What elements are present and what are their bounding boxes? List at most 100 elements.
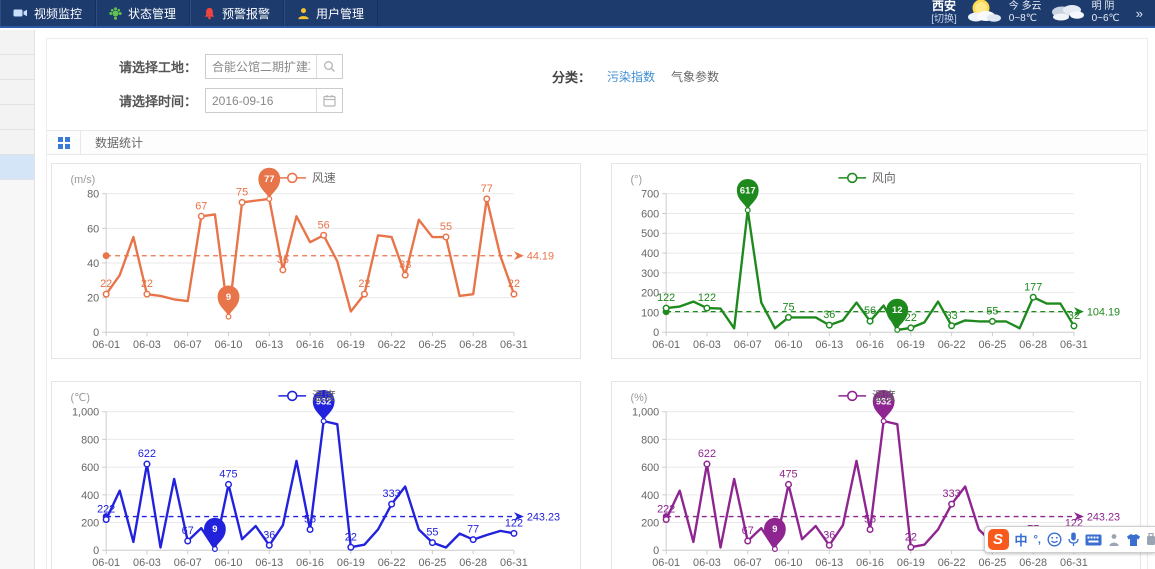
svg-text:77: 77 bbox=[264, 173, 274, 184]
sidebar-item[interactable] bbox=[0, 105, 34, 130]
category-pollution-index[interactable]: 污染指数 bbox=[607, 68, 655, 85]
svg-text:243.23: 243.23 bbox=[1087, 512, 1120, 524]
svg-text:06-01: 06-01 bbox=[652, 339, 680, 351]
skin-shirt-icon[interactable] bbox=[1126, 533, 1141, 547]
sidebar-item[interactable] bbox=[0, 55, 34, 80]
sidebar-item[interactable] bbox=[0, 130, 34, 155]
svg-text:400: 400 bbox=[81, 490, 99, 502]
site-input-wrap bbox=[205, 54, 343, 79]
weather-today-desc: 多云 bbox=[1022, 1, 1042, 12]
svg-text:617: 617 bbox=[740, 184, 756, 195]
svg-text:06-10: 06-10 bbox=[215, 339, 243, 351]
nav-item-label: 状态管理 bbox=[128, 5, 176, 22]
microphone-icon[interactable] bbox=[1068, 532, 1079, 547]
svg-text:80: 80 bbox=[87, 189, 99, 201]
nav-item-video-monitor[interactable]: 视频监控 bbox=[0, 0, 96, 26]
svg-text:56: 56 bbox=[318, 219, 330, 231]
svg-text:(m/s): (m/s) bbox=[71, 174, 96, 186]
left-sidebar bbox=[0, 30, 35, 569]
svg-text:56: 56 bbox=[864, 305, 876, 317]
svg-text:200: 200 bbox=[81, 518, 99, 530]
sidebar-item[interactable] bbox=[0, 30, 34, 55]
svg-text:60: 60 bbox=[87, 223, 99, 235]
nav-item-label: 用户管理 bbox=[316, 5, 364, 22]
nav-item-status-manage[interactable]: 状态管理 bbox=[96, 0, 190, 26]
toolbox-icon[interactable] bbox=[1147, 533, 1155, 547]
svg-text:55: 55 bbox=[986, 305, 998, 317]
category-filter: 分类： 污染指数 气象参数 bbox=[552, 67, 719, 86]
sun-cloud-icon bbox=[966, 0, 1002, 29]
keyboard-icon[interactable] bbox=[1085, 534, 1102, 546]
svg-text:(℃): (℃) bbox=[71, 392, 90, 404]
svg-text:06-25: 06-25 bbox=[418, 557, 446, 569]
search-icon[interactable] bbox=[316, 55, 342, 78]
svg-text:06-13: 06-13 bbox=[815, 339, 843, 351]
site-input[interactable] bbox=[206, 55, 316, 78]
sidebar-item[interactable] bbox=[0, 80, 34, 105]
svg-text:40: 40 bbox=[87, 258, 99, 270]
svg-text:475: 475 bbox=[219, 469, 237, 481]
time-form-row: 请选择时间： bbox=[47, 88, 1147, 113]
sogou-logo-icon[interactable]: S bbox=[988, 529, 1009, 550]
svg-text:700: 700 bbox=[641, 189, 659, 201]
handwriting-icon[interactable] bbox=[1108, 533, 1120, 547]
svg-text:36: 36 bbox=[277, 254, 289, 266]
svg-text:0: 0 bbox=[653, 327, 659, 339]
svg-text:36: 36 bbox=[823, 309, 835, 321]
svg-text:06-16: 06-16 bbox=[856, 557, 884, 569]
nav-item-label: 视频监控 bbox=[34, 5, 82, 22]
svg-text:0: 0 bbox=[653, 545, 659, 557]
svg-text:36: 36 bbox=[823, 529, 835, 541]
category-weather-params[interactable]: 气象参数 bbox=[671, 68, 719, 85]
svg-text:243.23: 243.23 bbox=[527, 512, 560, 524]
svg-text:800: 800 bbox=[81, 434, 99, 446]
weather-city-switch[interactable]: 西安 [切换] bbox=[931, 0, 957, 25]
svg-text:67: 67 bbox=[195, 200, 207, 212]
svg-text:风向: 风向 bbox=[872, 171, 896, 185]
svg-text:77: 77 bbox=[467, 524, 479, 536]
svg-text:06-22: 06-22 bbox=[378, 557, 406, 569]
emoji-icon[interactable] bbox=[1047, 532, 1062, 547]
svg-text:600: 600 bbox=[641, 208, 659, 220]
svg-text:222: 222 bbox=[657, 504, 675, 516]
svg-text:22: 22 bbox=[358, 278, 370, 290]
svg-text:622: 622 bbox=[138, 448, 156, 460]
content-panel: 请选择工地： 请选择时间： 分类： 污染 bbox=[46, 38, 1148, 569]
sidebar-item-active[interactable] bbox=[0, 155, 34, 180]
svg-text:(°): (°) bbox=[631, 174, 643, 186]
nav-item-label: 预警报警 bbox=[222, 5, 270, 22]
weather-more-chevron[interactable]: » bbox=[1136, 6, 1143, 21]
svg-text:20: 20 bbox=[87, 293, 99, 305]
svg-text:77: 77 bbox=[481, 183, 493, 195]
svg-text:06-16: 06-16 bbox=[296, 339, 324, 351]
nav-item-user-manage[interactable]: 用户管理 bbox=[284, 0, 378, 26]
date-input[interactable] bbox=[206, 89, 316, 112]
nav-item-alert-alarm[interactable]: 预警报警 bbox=[190, 0, 284, 26]
svg-text:06-13: 06-13 bbox=[255, 339, 283, 351]
svg-text:(%): (%) bbox=[631, 392, 648, 404]
svg-text:300: 300 bbox=[641, 268, 659, 280]
svg-text:1,000: 1,000 bbox=[632, 407, 659, 419]
svg-text:12: 12 bbox=[892, 304, 902, 315]
svg-text:55: 55 bbox=[426, 527, 438, 539]
svg-text:100: 100 bbox=[641, 307, 659, 319]
alarm-bell-icon bbox=[203, 7, 216, 20]
ime-lang-toggle[interactable]: 中 bbox=[1015, 530, 1028, 549]
ime-punctuation-toggle[interactable]: °, bbox=[1034, 534, 1041, 546]
chart-panel-wind-direction: 010020030040050060070006-0106-0306-0706-… bbox=[611, 163, 1141, 359]
svg-text:475: 475 bbox=[779, 469, 797, 481]
svg-text:06-19: 06-19 bbox=[897, 557, 925, 569]
weather-city: 西安 bbox=[931, 0, 957, 14]
svg-text:06-28: 06-28 bbox=[1019, 557, 1047, 569]
svg-text:06-22: 06-22 bbox=[938, 557, 966, 569]
wind-speed-chart: 02040608006-0106-0306-0706-1006-1306-160… bbox=[52, 164, 580, 358]
svg-text:622: 622 bbox=[698, 448, 716, 460]
svg-text:9: 9 bbox=[212, 523, 217, 534]
svg-text:56: 56 bbox=[864, 514, 876, 526]
calendar-icon[interactable] bbox=[316, 89, 342, 112]
site-label: 请选择工地： bbox=[47, 57, 197, 76]
top-navbar: 视频监控 状态管理 预警报警 用户管理 西安 [切换] 今 多云 0~8℃ bbox=[0, 0, 1155, 28]
svg-text:22: 22 bbox=[100, 278, 112, 290]
svg-text:200: 200 bbox=[641, 518, 659, 530]
svg-text:36: 36 bbox=[263, 529, 275, 541]
